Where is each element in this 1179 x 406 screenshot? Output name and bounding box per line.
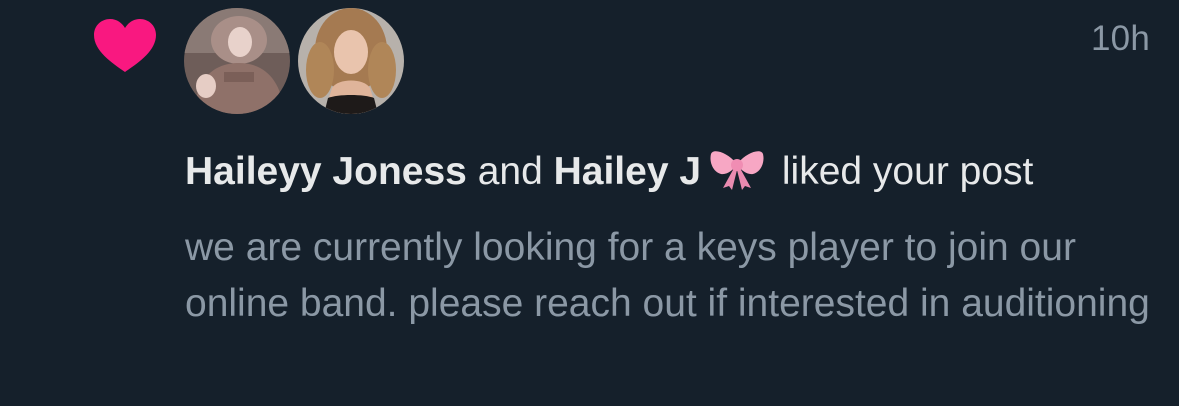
like-notification[interactable]: 10h Haileyy Joness and Hailey J liked yo… bbox=[0, 0, 1179, 406]
avatar-hailey-j[interactable] bbox=[298, 8, 404, 114]
avatar-haileyy-joness[interactable] bbox=[184, 8, 290, 114]
heart-icon bbox=[92, 18, 158, 74]
timestamp: 10h bbox=[1091, 19, 1150, 58]
connector-text: and bbox=[477, 150, 543, 193]
ribbon-bow-icon bbox=[707, 146, 767, 190]
user-name-link[interactable]: Hailey J bbox=[554, 150, 701, 193]
user-name-link[interactable]: Haileyy Joness bbox=[185, 150, 467, 193]
action-text: liked your post bbox=[781, 150, 1034, 193]
notification-headline: Haileyy Joness and Hailey J liked your p… bbox=[185, 145, 1033, 199]
post-preview-text[interactable]: we are currently looking for a keys play… bbox=[185, 220, 1165, 332]
